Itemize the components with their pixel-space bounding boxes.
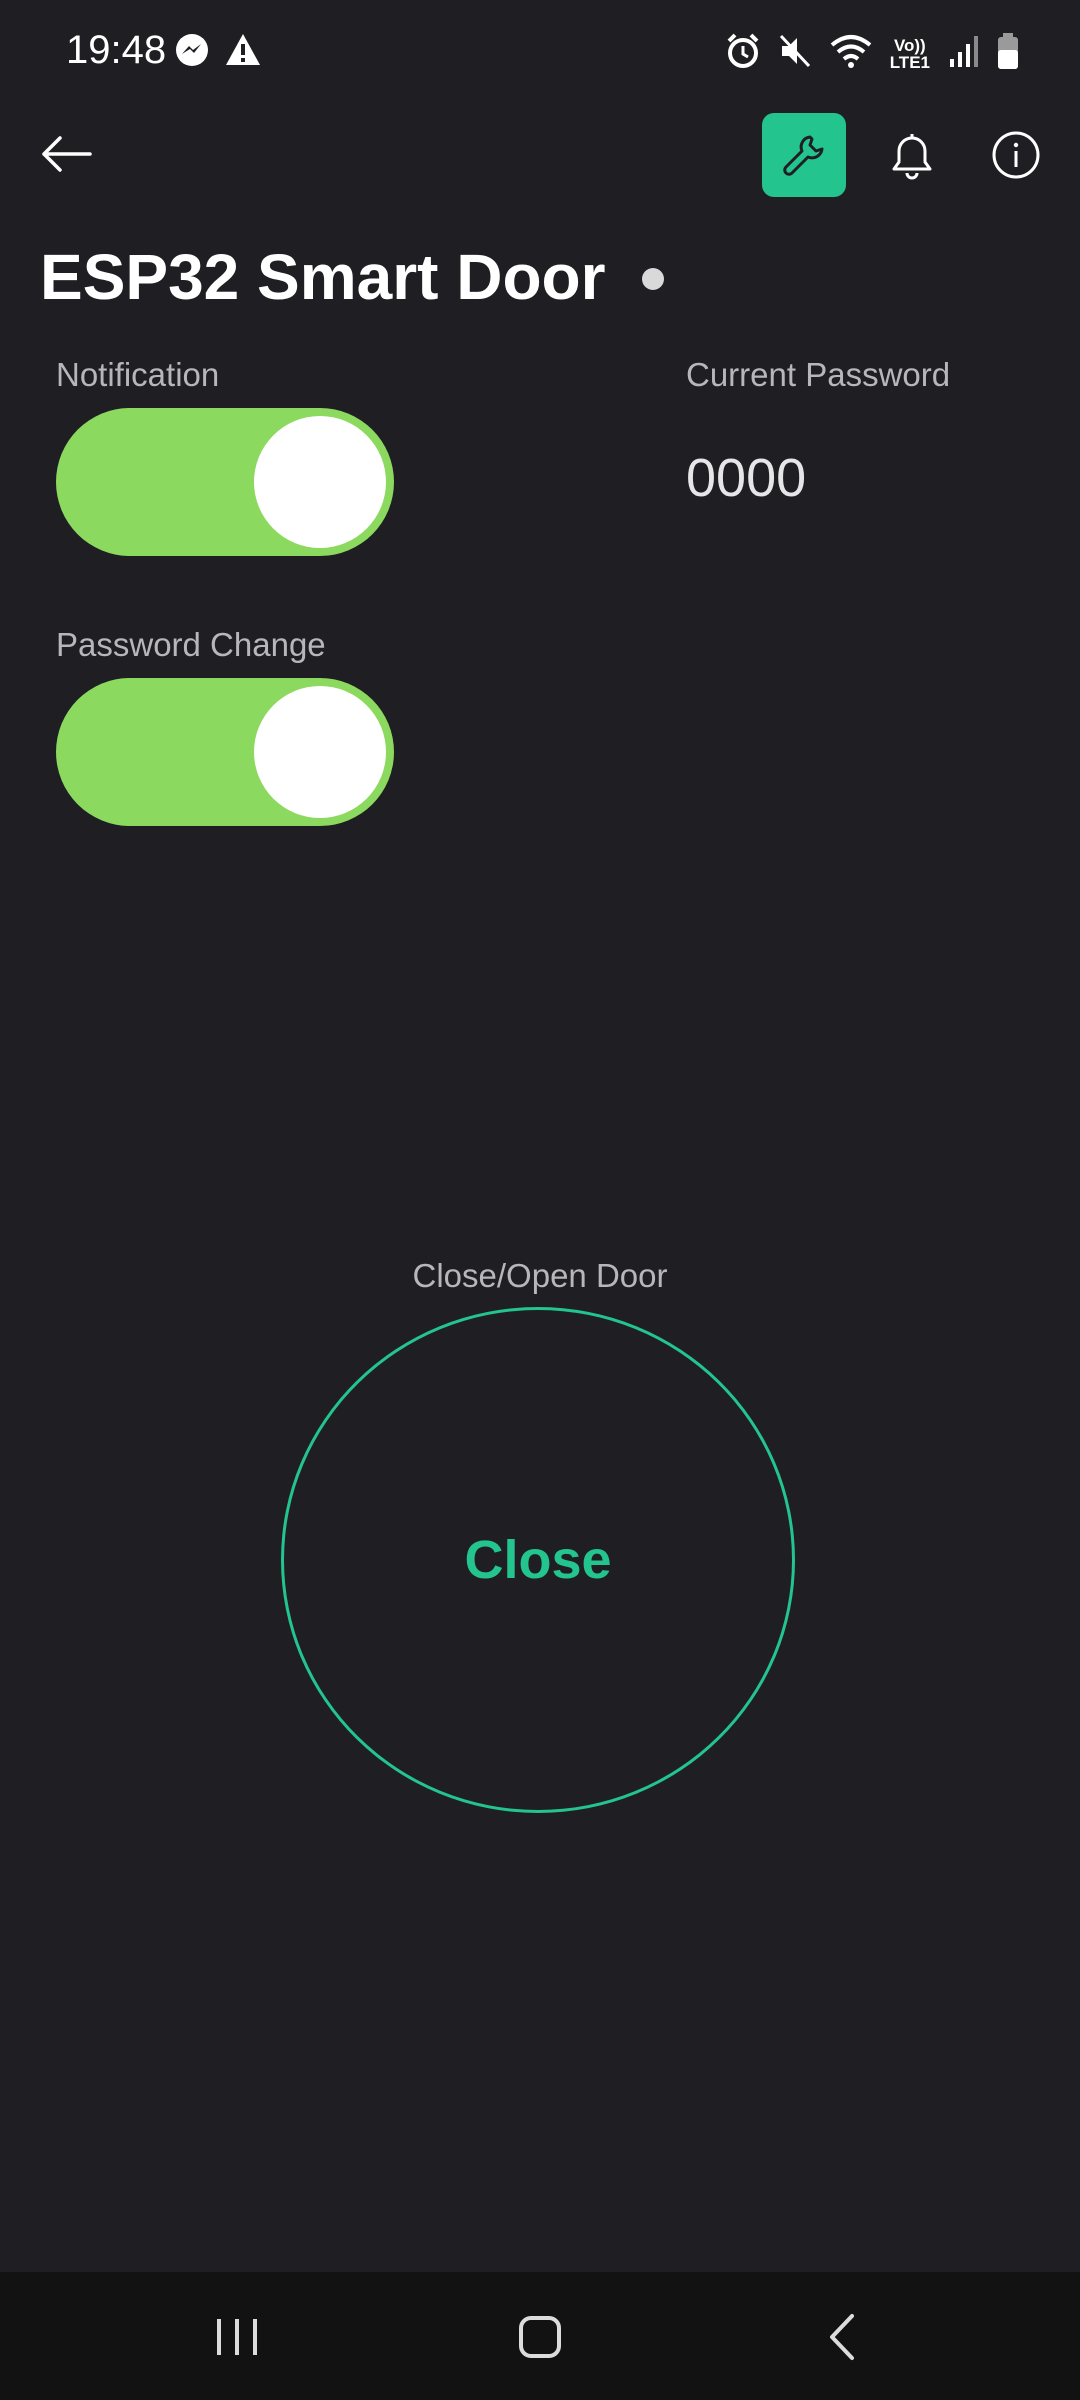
info-button[interactable]	[986, 125, 1046, 185]
wifi-icon	[830, 33, 872, 74]
system-nav-bar	[0, 2272, 1080, 2400]
lte-icon: Vo)) LTE1	[890, 37, 930, 71]
messenger-icon	[174, 32, 210, 73]
notification-label: Notification	[56, 356, 220, 393]
status-time: 19:48	[66, 28, 167, 72]
wrench-icon	[783, 135, 824, 176]
alarm-icon	[726, 33, 760, 74]
device-title: ESP32 Smart Door	[40, 241, 606, 313]
password-change-label: Password Change	[56, 626, 326, 663]
nav-back-button[interactable]	[808, 2302, 878, 2372]
app-screen: 19:48 Vo)) LTE1 ESP32 Smart Door Notific…	[0, 0, 1080, 2400]
back-icon	[830, 2314, 854, 2360]
notifications-button[interactable]	[882, 125, 942, 185]
current-password-label: Current Password	[686, 356, 951, 393]
door-label: Close/Open Door	[412, 1257, 668, 1294]
mute-icon	[778, 33, 812, 74]
info-icon	[992, 131, 1040, 179]
toggle-knob	[254, 416, 386, 548]
signal-icon	[948, 33, 978, 74]
door-button-label: Close	[464, 1530, 612, 1590]
bell-icon	[892, 134, 932, 180]
recent-apps-button[interactable]	[202, 2302, 272, 2372]
password-change-toggle[interactable]	[56, 678, 394, 826]
notification-toggle[interactable]	[56, 408, 394, 556]
status-right-icons: Vo)) LTE1	[726, 32, 1020, 75]
home-icon	[519, 2316, 561, 2358]
status-left-icons	[174, 32, 262, 73]
settings-button[interactable]	[762, 113, 846, 197]
device-status-dot	[642, 268, 664, 290]
back-button[interactable]	[40, 126, 96, 182]
door-toggle-button[interactable]: Close	[281, 1307, 795, 1813]
recent-apps-icon	[217, 2319, 257, 2355]
network-lte-label: LTE1	[889, 52, 930, 72]
battery-icon	[996, 32, 1020, 75]
back-arrow-icon	[42, 136, 92, 172]
warning-icon	[224, 32, 262, 73]
status-bar: 19:48 Vo)) LTE1	[0, 0, 1080, 100]
toggle-knob	[254, 686, 386, 818]
current-password-value: 0000	[686, 448, 807, 508]
home-button[interactable]	[505, 2302, 575, 2372]
